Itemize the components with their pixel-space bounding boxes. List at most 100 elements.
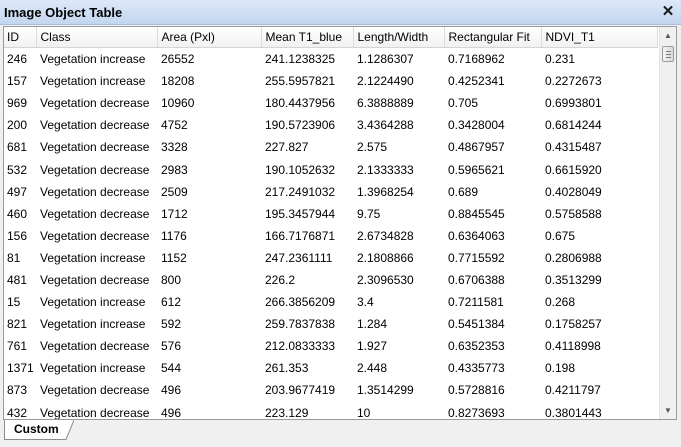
cell-class: Vegetation decrease [40,118,150,133]
column-header-rectangular-fit[interactable]: Rectangular Fit [444,27,542,48]
cell-id: 15 [7,295,21,310]
cell-mean-t1-blue: 255.5957821 [265,74,336,89]
scroll-down-arrow-icon[interactable]: ▼ [660,402,676,419]
cell-length-width: 3.4 [357,295,374,310]
cell-length-width: 2.1808866 [357,250,414,265]
cell-id: 246 [7,52,28,67]
table-row[interactable]: 681 Vegetation decrease 3328 227.827 2.575 0.… [4,136,657,158]
cell-mean-t1-blue: 166.7176871 [265,228,336,243]
table-row[interactable]: 15 Vegetation increase 612 266.3856209 3.4 0.… [4,291,657,313]
cell-rectangular-fit: 0.5728816 [448,383,505,398]
image-object-table-window: Image Object Table ✕ ID Class Area (Pxl)… [0,0,681,447]
cell-mean-t1-blue: 241.1238325 [265,52,336,67]
cell-id: 200 [7,118,28,133]
cell-rectangular-fit: 0.7715592 [448,250,505,265]
cell-class: Vegetation increase [40,250,146,265]
title-bar[interactable]: Image Object Table ✕ [0,0,681,25]
table-row[interactable]: 761 Vegetation decrease 576 212.0833333 1.92… [4,335,657,357]
cell-rectangular-fit: 0.5451384 [448,317,505,332]
cell-length-width: 2.575 [357,140,388,155]
cell-area: 26552 [161,52,195,67]
cell-area: 1176 [161,228,187,243]
cell-ndvi-t1: 0.231 [545,52,576,67]
cell-id: 481 [7,272,28,287]
scroll-up-arrow-icon[interactable]: ▲ [660,27,676,44]
cell-length-width: 6.3888889 [357,96,414,111]
cell-area: 2983 [161,162,188,177]
table-row[interactable]: 246 Vegetation increase 26552 241.1238325 1.… [4,48,657,71]
cell-ndvi-t1: 0.268 [545,295,576,310]
table-row[interactable]: 157 Vegetation increase 18208 255.5957821 2.… [4,70,657,92]
cell-ndvi-t1: 0.3513299 [545,272,602,287]
table-row[interactable]: 497 Vegetation decrease 2509 217.2491032 1.3… [4,181,657,203]
cell-mean-t1-blue: 203.9677419 [265,383,336,398]
cell-id: 969 [7,96,28,111]
cell-id: 460 [7,206,28,221]
table-row[interactable]: 200 Vegetation decrease 4752 190.5723906 3.4… [4,114,657,136]
cell-mean-t1-blue: 190.1052632 [265,162,336,177]
cell-rectangular-fit: 0.689 [448,184,479,199]
cell-id: 873 [7,383,28,398]
thumb-grip-line [666,57,671,58]
cell-id: 432 [7,405,28,420]
tab-custom[interactable]: Custom [4,420,66,440]
cell-mean-t1-blue: 247.2361111 [265,250,333,265]
cell-length-width: 2.448 [357,361,388,376]
cell-id: 1371 [7,361,34,376]
cell-length-width: 2.3096530 [357,272,414,287]
table-row[interactable]: 481 Vegetation decrease 800 226.2 2.3096530 0… [4,269,657,291]
column-header-ndvi-t1[interactable]: NDVI_T1 [541,27,658,48]
table-row[interactable]: 156 Vegetation decrease 1176 166.7176871 2.6… [4,225,657,247]
column-header-id[interactable]: ID [4,27,37,48]
table-row[interactable]: 532 Vegetation decrease 2983 190.1052632 2.1… [4,158,657,180]
table-row[interactable]: 821 Vegetation increase 592 259.7837838 1.28… [4,313,657,335]
cell-length-width: 1.927 [357,339,388,354]
object-table: ID Class Area (Pxl) Mean T1_blue Length/… [4,27,658,420]
cell-ndvi-t1: 0.2806988 [545,250,602,265]
cell-id: 681 [7,140,28,155]
close-button[interactable]: ✕ [660,3,676,20]
cell-mean-t1-blue: 180.4437956 [265,96,336,111]
cell-area: 544 [161,361,182,376]
cell-ndvi-t1: 0.675 [545,228,576,243]
cell-mean-t1-blue: 217.2491032 [265,184,336,199]
cell-area: 496 [161,405,182,420]
cell-area: 800 [161,272,182,287]
scrollbar-thumb[interactable] [662,46,674,62]
column-header-mean-t1-blue[interactable]: Mean T1_blue [261,27,354,48]
vertical-scrollbar[interactable]: ▲ ▼ [659,27,676,419]
tab-edge-icon [62,420,74,440]
cell-area: 2509 [161,184,188,199]
cell-area: 1712 [161,206,188,221]
column-header-area[interactable]: Area (Pxl) [157,27,262,48]
column-header-class[interactable]: Class [36,27,158,48]
cell-ndvi-t1: 0.6615920 [545,162,602,177]
cell-area: 1152 [161,250,187,265]
table-row[interactable]: 432 Vegetation decrease 496 223.129 10 0.8273… [4,402,657,420]
table-body: 246 Vegetation increase 26552 241.1238325 1.… [4,48,657,420]
cell-id: 497 [7,184,28,199]
cell-class: Vegetation decrease [40,162,150,177]
cell-ndvi-t1: 0.4118998 [545,339,601,354]
cell-mean-t1-blue: 259.7837838 [265,317,336,332]
table-row[interactable]: 81 Vegetation increase 1152 247.2361111 2.18… [4,247,657,269]
cell-length-width: 10 [357,405,371,420]
cell-mean-t1-blue: 261.353 [265,361,309,376]
cell-length-width: 1.3968254 [357,184,414,199]
cell-ndvi-t1: 0.6993801 [545,96,602,111]
cell-ndvi-t1: 0.2272673 [545,74,602,89]
table-row[interactable]: 1371 Vegetation increase 544 261.353 2.448 0.… [4,357,657,379]
table-row[interactable]: 969 Vegetation decrease 10960 180.4437956 6.… [4,92,657,114]
cell-rectangular-fit: 0.7168962 [448,52,505,67]
thumb-grip-line [666,54,671,55]
table-row[interactable]: 873 Vegetation decrease 496 203.9677419 1.35… [4,379,657,401]
cell-area: 592 [161,317,182,332]
cell-mean-t1-blue: 266.3856209 [265,295,336,310]
column-header-length-width[interactable]: Length/Width [353,27,445,48]
table-row[interactable]: 460 Vegetation decrease 1712 195.3457944 9.7… [4,203,657,225]
cell-area: 3328 [161,140,188,155]
cell-rectangular-fit: 0.705 [448,96,479,111]
cell-area: 576 [161,339,182,354]
cell-id: 156 [7,228,28,243]
cell-class: Vegetation decrease [40,206,150,221]
